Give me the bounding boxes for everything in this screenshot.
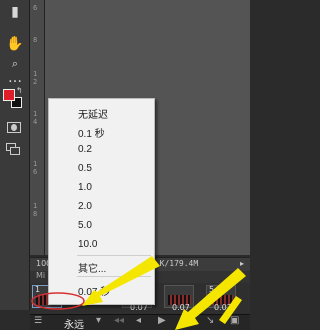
ruler-number: 1 [33,110,38,118]
ruler-number: 6 [33,4,38,12]
menu-item-selected-delay[interactable]: 0.07 秒 [78,283,110,298]
tool-icon[interactable]: ▮ [5,2,25,22]
ruler-number: 6 [33,168,38,176]
frame-delay-menu: 无延迟 0.1 秒 0.2 0.5 1.0 2.0 5.0 10.0 其它...… [48,98,155,305]
frame-number: 1 [35,285,41,294]
ruler-number: 1 [33,202,38,210]
first-frame-icon[interactable]: ◂◂ [114,315,124,326]
tween-icon[interactable]: ↘ [206,315,214,326]
frame-number: 5 [209,285,215,294]
menu-separator [77,255,151,256]
loop-options-select[interactable]: 永远 [64,316,84,330]
duplicate-frame-icon[interactable]: ▣ [230,315,239,326]
frame-delay[interactable]: 0.07 [214,303,232,312]
ruler-number: 8 [33,36,38,44]
swap-colors-icon[interactable]: ↰ [16,86,23,95]
document-size: 0 K/179.4M [150,259,199,268]
menu-item-0-1[interactable]: 0.1 秒 [78,125,105,140]
vertical-ruler: 6 8 1 2 1 4 1 6 1 8 [30,0,45,255]
frame-delay[interactable]: 0.07 [172,303,190,312]
menu-item-other[interactable]: 其它... [78,260,106,275]
panel-tab-label: Mi [36,271,46,280]
ruler-number: 8 [33,210,38,218]
menu-item-no-delay[interactable]: 无延迟 [78,106,108,121]
menu-item-1-0[interactable]: 1.0 [78,182,92,193]
menu-item-0-2[interactable]: 0.2 [78,144,92,155]
ruler-number: 2 [33,78,38,86]
ellipsis-icon[interactable]: … [5,68,25,88]
foreground-color-swatch[interactable] [3,89,15,101]
chevron-down-icon[interactable]: ▾ [96,315,101,326]
quick-mask-icon[interactable] [7,122,21,133]
menu-separator [77,276,151,277]
hand-icon[interactable]: ✋ [5,34,25,54]
ruler-number: 1 [33,70,38,78]
menu-item-2-0[interactable]: 2.0 [78,201,92,212]
tools-panel: ▮ ✋ ⌕ … ↰ [0,0,30,310]
menu-item-5-0[interactable]: 5.0 [78,220,92,231]
timeline-controls: ☰ 永远 ▾ ◂◂ ◂ ▶ ▸ ↘ ▣ [30,314,250,330]
play-icon[interactable]: ▶ [158,315,166,326]
menu-item-10-0[interactable]: 10.0 [78,239,97,250]
previous-frame-icon[interactable]: ◂ [136,315,141,326]
ruler-number: 4 [33,118,38,126]
screen-mode-icon[interactable] [6,143,22,156]
ruler-number: 1 [33,160,38,168]
menu-item-0-5[interactable]: 0.5 [78,163,92,174]
status-arrow-icon[interactable]: ▸ [240,259,244,268]
convert-timeline-icon[interactable]: ☰ [34,316,42,326]
next-frame-icon[interactable]: ▸ [180,315,185,326]
